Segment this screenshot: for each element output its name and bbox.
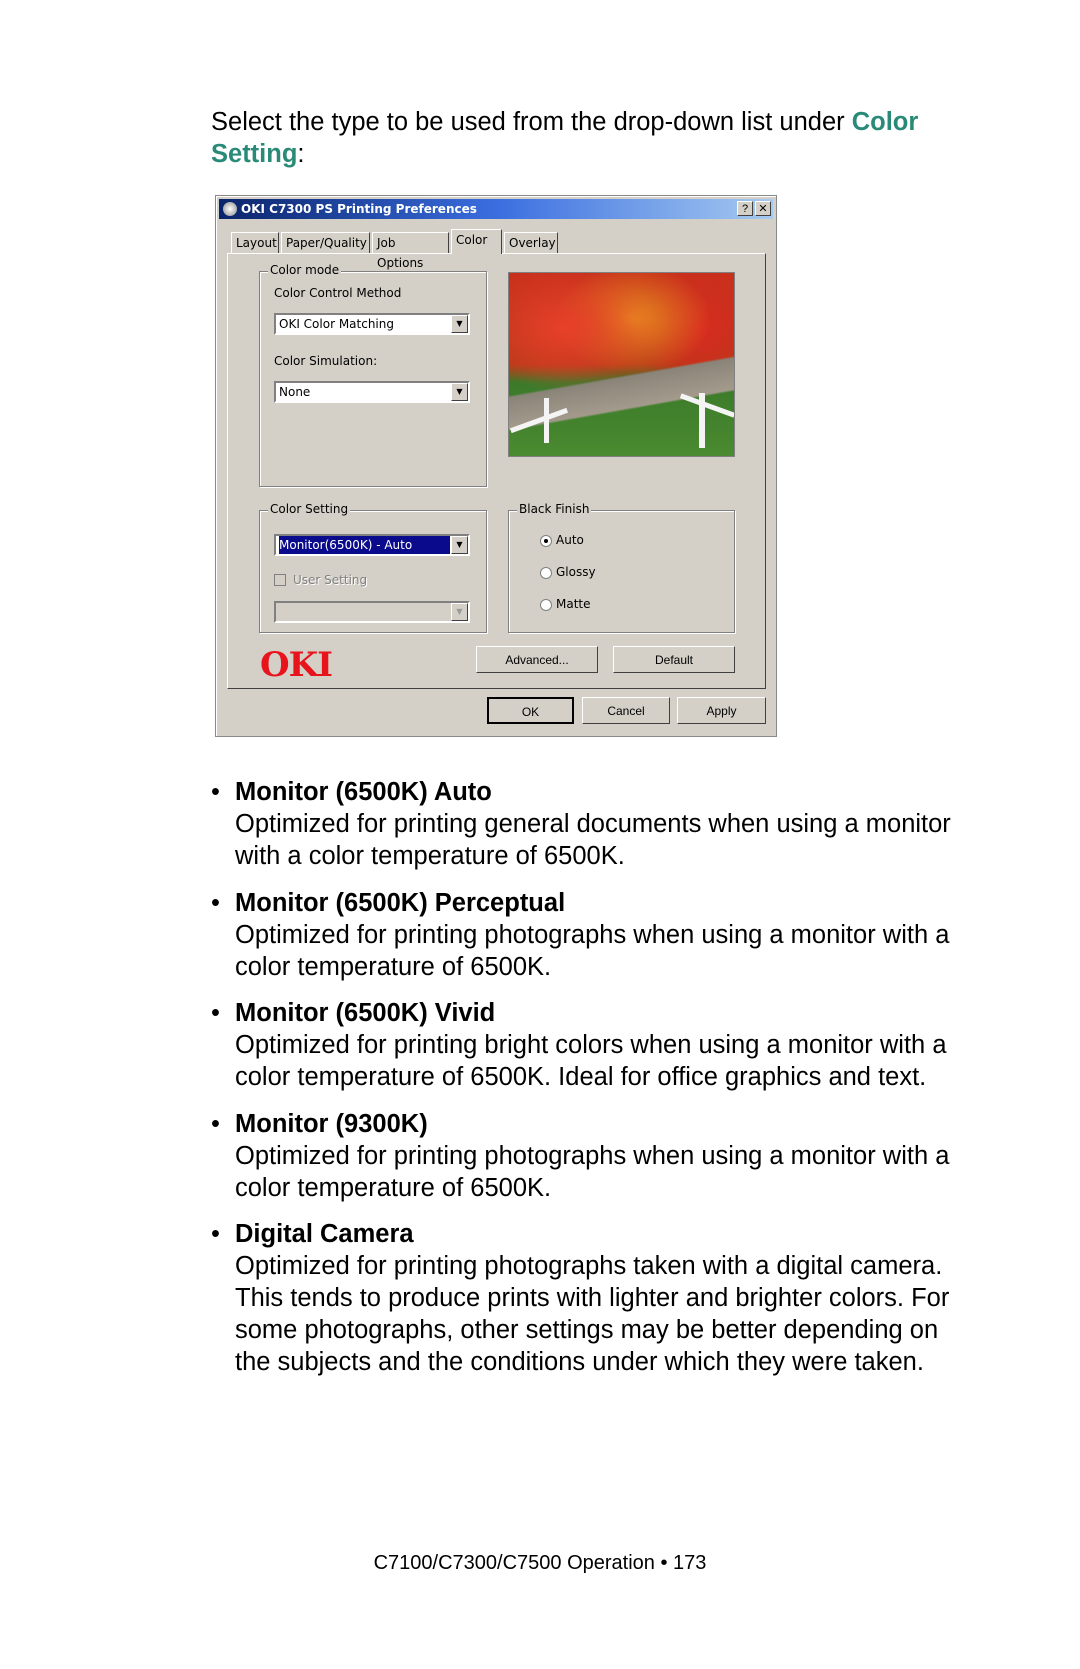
color-mode-legend: Color mode (268, 263, 342, 277)
chevron-down-icon[interactable]: ▼ (451, 536, 468, 554)
list-item: Monitor (6500K) Vivid Optimized for print… (211, 997, 971, 1093)
color-preview-image (508, 272, 735, 457)
manual-page: Select the type to be used from the drop… (0, 0, 1080, 1669)
chevron-down-icon[interactable]: ▼ (451, 315, 468, 333)
dropdown-value: OKI Color Matching (279, 317, 394, 331)
oki-logo: OKI (260, 645, 333, 685)
intro-text: Select the type to be used from the drop… (211, 106, 971, 170)
title-bar[interactable]: OKI C7300 PS Printing Preferences ? ✕ (219, 199, 773, 219)
intro-suffix: : (297, 140, 305, 168)
color-mode-group: Color mode (259, 263, 487, 487)
radio-glossy-label[interactable]: Glossy (556, 565, 596, 579)
item-description: Optimized for printing photographs when … (235, 1141, 950, 1202)
list-item: Monitor (6500K) Auto Optimized for printi… (211, 776, 971, 872)
dropdown-value: Monitor(6500K) - Auto (279, 536, 450, 554)
tab-job-options[interactable]: Job Options (372, 232, 449, 270)
printer-icon (223, 202, 237, 216)
radio-auto-label[interactable]: Auto (556, 533, 584, 547)
ok-button[interactable]: OK (487, 697, 574, 724)
radio-auto[interactable] (540, 535, 552, 547)
close-button[interactable]: ✕ (755, 201, 771, 216)
item-title: Monitor (9300K) (235, 1109, 428, 1138)
black-finish-legend: Black Finish (517, 502, 592, 516)
page-footer: C7100/C7300/C7500 Operation • 173 (373, 1552, 707, 1574)
item-description: Optimized for printing bright colors whe… (235, 1031, 947, 1091)
color-control-method-label: Color Control Method (274, 286, 402, 300)
user-setting-label: User Setting (293, 573, 368, 587)
tab-paper-quality[interactable]: Paper/Quality (281, 232, 370, 254)
apply-button[interactable]: Apply (677, 697, 766, 724)
list-item: Digital Camera Optimized for printing pho… (211, 1218, 971, 1378)
user-setting-checkbox[interactable] (274, 574, 286, 586)
tab-color[interactable]: Color (451, 229, 502, 254)
radio-matte[interactable] (540, 599, 552, 611)
color-control-method-dropdown[interactable]: OKI Color Matching ▼ (274, 313, 470, 335)
item-title: Monitor (6500K) Vivid (235, 999, 496, 1027)
color-setting-options-list: Monitor (6500K) Auto Optimized for printi… (211, 776, 971, 1393)
list-item: Monitor (6500K) Perceptual Optimized for … (211, 887, 971, 983)
advanced-button[interactable]: Advanced... (476, 646, 598, 673)
radio-matte-label[interactable]: Matte (556, 597, 591, 611)
color-setting-dropdown[interactable]: Monitor(6500K) - Auto ▼ (274, 534, 470, 556)
dropdown-value: None (279, 385, 311, 399)
radio-glossy[interactable] (540, 567, 552, 579)
tab-overlay[interactable]: Overlay (504, 232, 558, 254)
item-title: Monitor (6500K) Perceptual (235, 888, 566, 917)
cancel-button[interactable]: Cancel (582, 697, 670, 724)
color-setting-legend: Color Setting (268, 502, 351, 516)
item-description: Optimized for printing photographs when … (235, 920, 950, 981)
item-description: Optimized for printing general documents… (235, 810, 951, 870)
item-title: Digital Camera (235, 1220, 414, 1248)
dialog-title: OKI C7300 PS Printing Preferences (241, 202, 477, 216)
user-setting-dropdown: ▼ (274, 601, 470, 623)
item-title: Monitor (6500K) Auto (235, 778, 492, 806)
intro-sentence: Select the type to be used from the drop… (211, 108, 852, 136)
chevron-down-icon: ▼ (451, 603, 468, 621)
printing-preferences-dialog: OKI C7300 PS Printing Preferences ? ✕ La… (215, 195, 777, 737)
item-description: Optimized for printing photographs taken… (235, 1252, 950, 1376)
color-simulation-label: Color Simulation: (274, 354, 378, 368)
tab-layout[interactable]: Layout (231, 232, 279, 254)
chevron-down-icon[interactable]: ▼ (451, 383, 468, 401)
color-simulation-dropdown[interactable]: None ▼ (274, 381, 470, 403)
help-button[interactable]: ? (737, 201, 753, 216)
default-button[interactable]: Default (613, 646, 735, 673)
list-item: Monitor (9300K) Optimized for printing ph… (211, 1108, 971, 1204)
